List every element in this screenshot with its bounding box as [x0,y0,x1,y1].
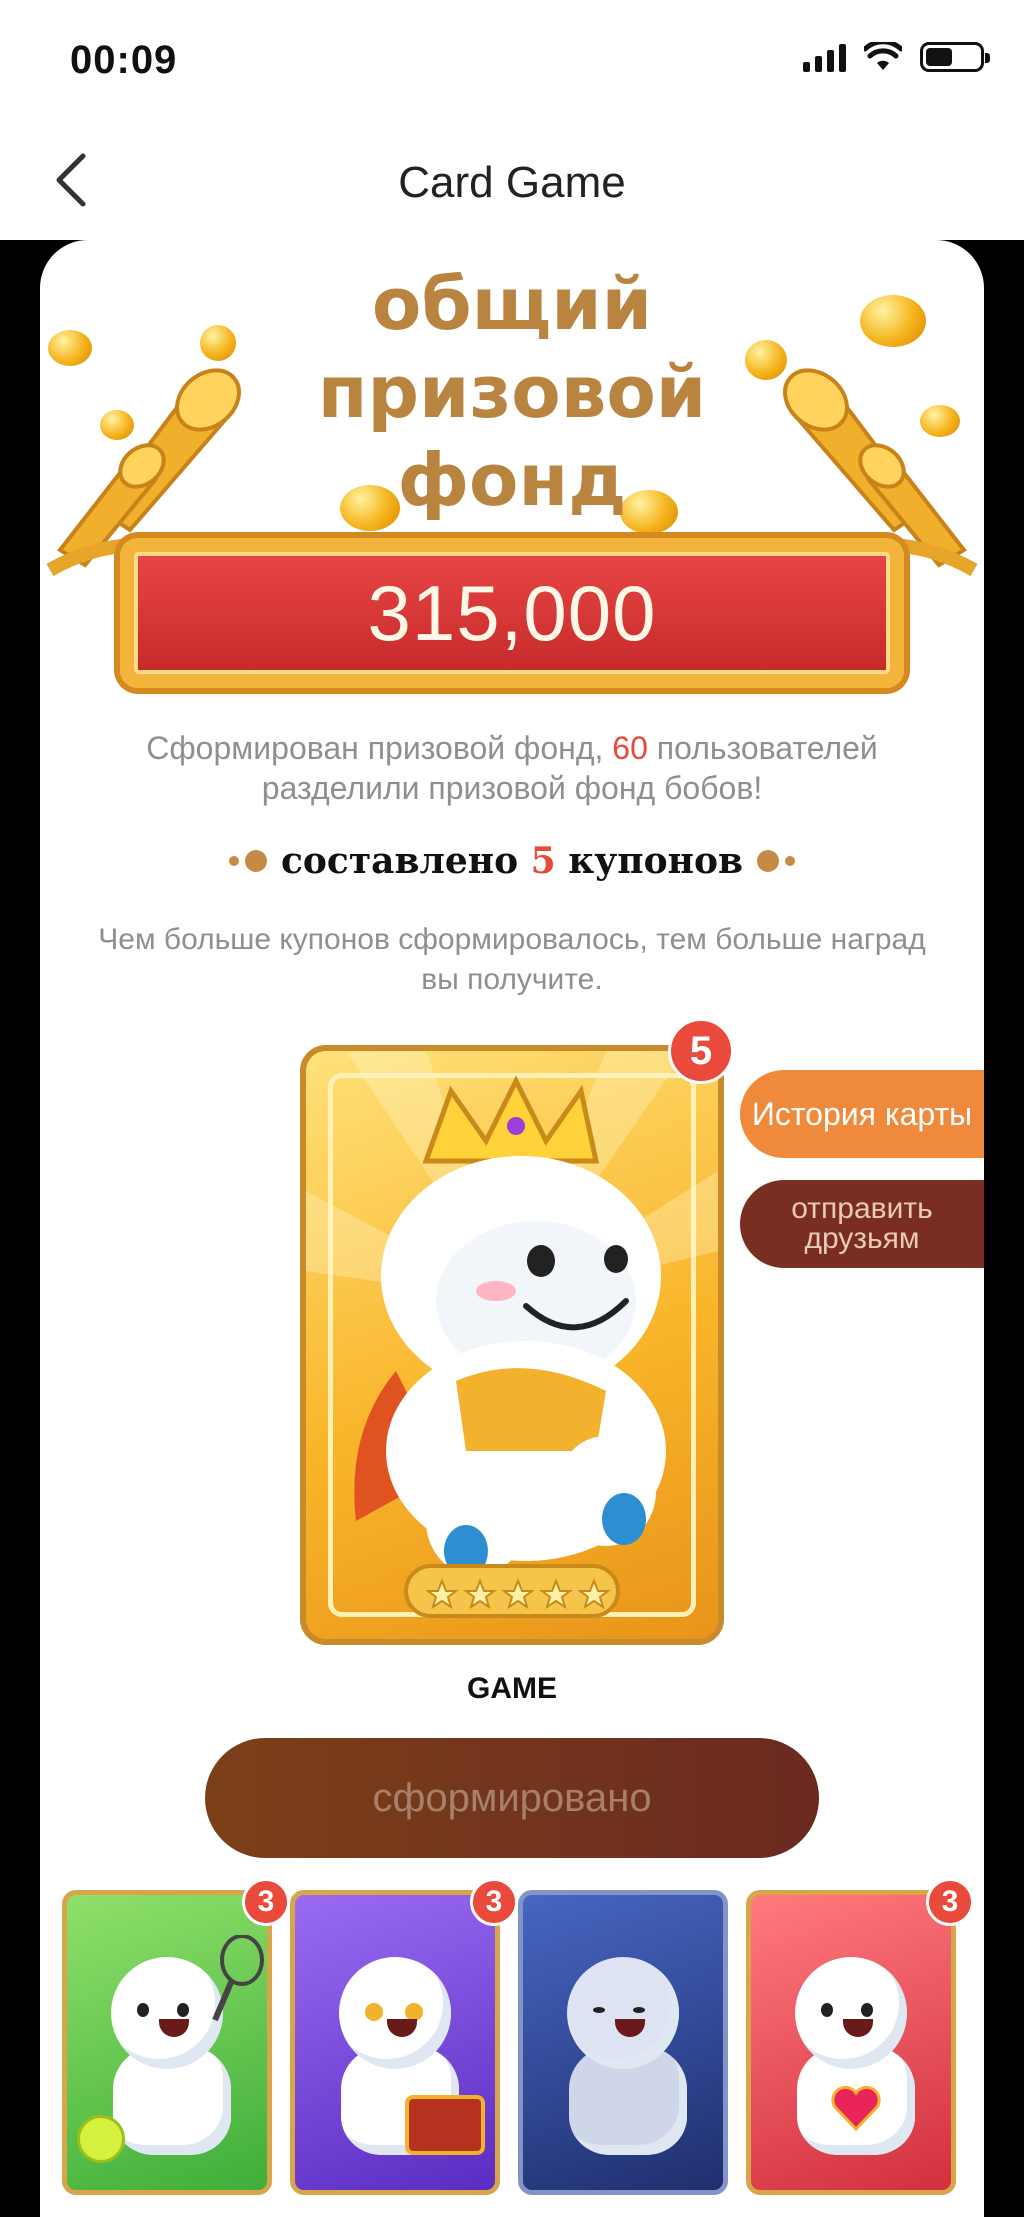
coupon-suffix: купонов [555,840,744,882]
mini-card-tennis-badge: 3 [242,1878,290,1926]
status-bar: 00:09 [0,0,1024,120]
status-icons [803,42,990,72]
user-count: 60 [612,730,648,766]
wifi-icon [864,42,902,70]
mini-card-tennis[interactable] [62,1890,272,2195]
heart-icon [831,2085,881,2131]
nav-bar: Card Game [0,120,1024,240]
treasure-chest-icon [405,2095,485,2155]
dots-decoration-right-icon [757,850,796,872]
formed-button[interactable]: сформировано [205,1738,819,1858]
mini-card-cupid-badge: 3 [926,1878,974,1926]
prize-amount: 315,000 [367,568,657,657]
coupon-count-line: составлено 5 купонов [40,840,984,882]
status-time: 00:09 [70,38,178,82]
prize-pool-title: общий призовой фонд [317,262,707,522]
main-card-count-badge: 5 [668,1018,734,1084]
coupon-count: 5 [530,840,556,882]
cellular-signal-icon [803,42,846,72]
send-to-friends-button[interactable]: отправить друзьям [740,1180,984,1268]
dots-decoration-left-icon [228,850,267,872]
main-card-image[interactable] [300,1045,724,1645]
card-history-button[interactable]: История карты [740,1070,984,1158]
page-title: Card Game [398,158,626,207]
description-text: Сформирован призовой фонд, [146,730,613,766]
battery-icon [920,42,990,72]
mini-card-cupid[interactable] [746,1890,956,2195]
mini-card-list: 3 3 3 [62,1878,974,2210]
mini-card-treasure[interactable] [290,1890,500,2195]
prize-description: Сформирован призовой фонд, 60 пользовате… [100,728,924,808]
reward-hint: Чем больше купонов сформировалось, тем б… [98,923,926,996]
content-panel: общий призовой фонд 315,000 Сформирован … [40,240,984,2217]
coupon-prefix: составлено [280,840,531,882]
tennis-racket-icon [212,1935,264,2022]
mini-card-treasure-badge: 3 [470,1878,518,1926]
prize-amount-plate: 315,000 [120,538,904,688]
crowned-mascot-icon [306,1051,718,1618]
mini-card-gamer[interactable] [518,1890,728,2195]
main-card-name: GAME [467,1672,557,1705]
prize-pool-banner: общий призовой фонд 315,000 [40,240,984,710]
